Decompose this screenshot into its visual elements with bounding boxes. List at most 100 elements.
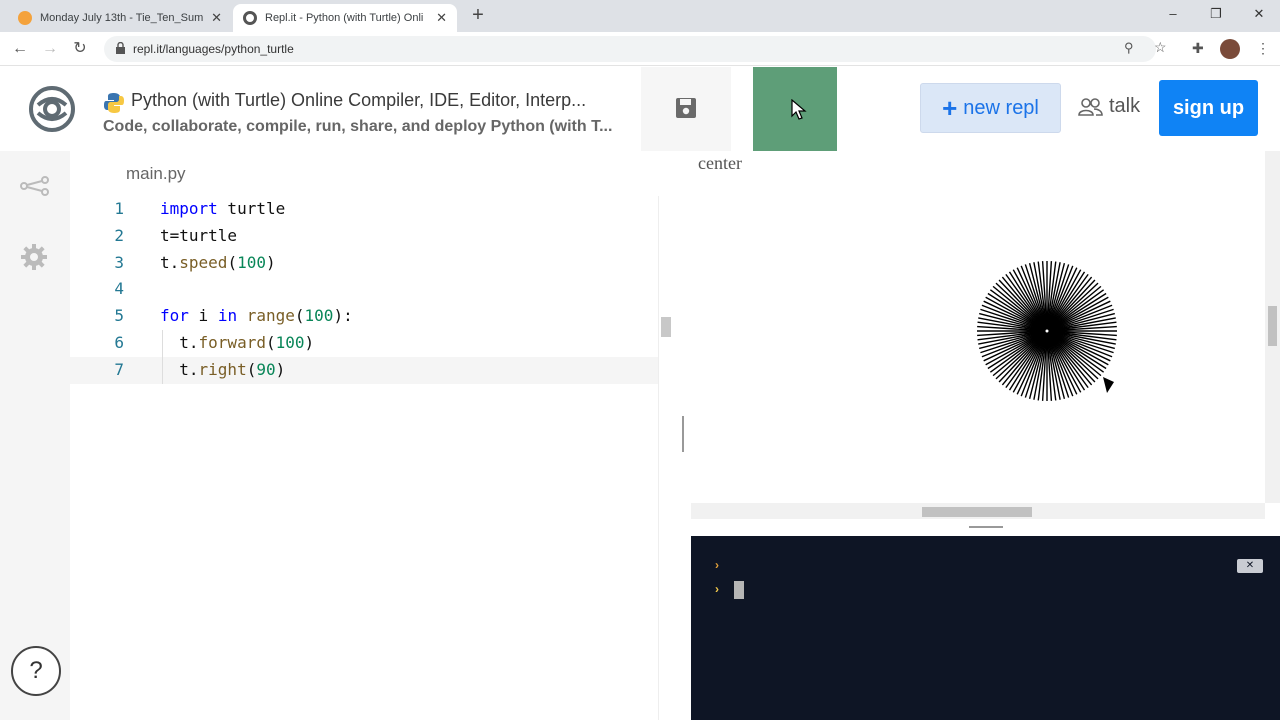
code-token: in xyxy=(217,306,238,326)
canvas-vscroll-thumb[interactable] xyxy=(1268,306,1277,346)
resize-grip[interactable] xyxy=(969,526,1003,528)
pane-splitter[interactable] xyxy=(676,151,691,720)
code-text: t.speed(100) xyxy=(160,250,276,277)
share-icon[interactable] xyxy=(20,176,50,196)
talk-link[interactable]: talk xyxy=(1078,95,1140,118)
replit-favicon-icon xyxy=(243,11,257,25)
line-number: 2 xyxy=(114,225,124,245)
code-text: import turtle xyxy=(160,196,285,223)
browser-tab-2[interactable]: Repl.it - Python (with Turtle) Onli ✕ xyxy=(233,4,457,32)
code-text: t.right(90) xyxy=(160,357,285,384)
extensions-puzzle-icon[interactable]: ✚ xyxy=(1192,40,1204,57)
code-token: right xyxy=(198,359,247,379)
code-token: t=turtle xyxy=(160,225,238,245)
code-line[interactable]: 5 for i in range(100): xyxy=(70,303,658,330)
clear-console-button[interactable]: ✕ xyxy=(1237,559,1263,573)
back-arrow-icon[interactable]: ← xyxy=(10,39,30,59)
browser-tab-1[interactable]: Monday July 13th - Tie_Ten_Sum ✕ xyxy=(8,4,232,32)
save-floppy-icon xyxy=(676,98,696,118)
splitter-grip[interactable] xyxy=(682,416,684,452)
console-prompt: › xyxy=(715,558,719,572)
canvas-vertical-scrollbar[interactable] xyxy=(1265,151,1280,503)
site-header: Python (with Turtle) Online Compiler, ID… xyxy=(0,67,1280,151)
code-text: t.forward(100) xyxy=(160,330,314,357)
code-token: speed xyxy=(179,252,228,272)
code-token: ( xyxy=(246,359,257,379)
turtle-drawing xyxy=(977,261,1117,401)
code-token: t. xyxy=(160,332,199,352)
code-token: t. xyxy=(160,359,199,379)
replit-logo-icon[interactable] xyxy=(28,85,76,133)
sign-up-button[interactable]: sign up xyxy=(1159,80,1258,136)
code-editor[interactable]: main.py 1 import turtle 2 t=turtle 3 t.speed(… xyxy=(70,151,676,720)
code-line[interactable]: 7 t.right(90) xyxy=(70,356,658,384)
profile-avatar[interactable] xyxy=(1220,39,1240,59)
url-field[interactable]: repl.it/languages/python_turtle ⚲ ☆ xyxy=(104,36,1167,62)
new-repl-button[interactable]: + new repl xyxy=(920,83,1061,133)
console-pane[interactable]: › › ✕ xyxy=(691,536,1280,720)
save-button[interactable] xyxy=(641,67,731,151)
line-number: 3 xyxy=(114,252,124,272)
address-bar: ← → ↻ repl.it/languages/python_turtle ⚲ … xyxy=(0,32,1280,66)
code-line[interactable]: 6 t.forward(100) xyxy=(70,329,658,357)
settings-gear-icon[interactable] xyxy=(20,243,48,271)
code-token: turtle xyxy=(217,199,286,218)
minimize-button[interactable]: – xyxy=(1153,4,1193,24)
line-number: 5 xyxy=(114,306,124,326)
forward-arrow-icon[interactable]: → xyxy=(40,39,60,59)
editor-scrollbar[interactable] xyxy=(658,196,676,720)
help-button[interactable]: ? xyxy=(11,646,61,696)
tab-title: Monday July 13th - Tie_Ten_Sum xyxy=(40,12,204,24)
talk-label: talk xyxy=(1109,95,1141,117)
code-token: forward xyxy=(198,332,266,352)
run-button[interactable] xyxy=(753,67,837,151)
mouse-cursor-icon xyxy=(791,99,807,120)
canvas-hscroll-thumb[interactable] xyxy=(922,507,1032,517)
code-text: for i in range(100): xyxy=(160,303,353,330)
console-prompt: › xyxy=(715,582,719,596)
close-tab-icon[interactable]: ✕ xyxy=(436,10,447,26)
reload-icon[interactable]: ↻ xyxy=(70,39,90,59)
file-name-label: main.py xyxy=(126,164,186,183)
bookmark-star-icon[interactable]: ☆ xyxy=(1154,39,1167,56)
code-line[interactable]: 3 t.speed(100) xyxy=(70,250,658,277)
code-token: t. xyxy=(160,252,180,272)
code-token: ) xyxy=(265,252,276,272)
code-token: ) xyxy=(275,359,286,379)
new-tab-button[interactable]: + xyxy=(466,4,490,28)
code-token: 100 xyxy=(237,252,266,272)
line-number: 1 xyxy=(114,199,124,218)
code-token: for xyxy=(160,306,189,326)
restore-button[interactable]: ❐ xyxy=(1196,4,1236,24)
code-text: t=turtle xyxy=(160,223,237,250)
page-subtitle: Code, collaborate, compile, run, share, … xyxy=(103,118,613,135)
code-line[interactable]: 2 t=turtle xyxy=(70,223,658,250)
code-token: import xyxy=(160,199,218,218)
code-token: i xyxy=(188,306,218,326)
code-token: range xyxy=(246,306,295,326)
turtle-origin-dot xyxy=(1045,329,1049,333)
code-token: 100 xyxy=(304,306,334,326)
code-line[interactable]: 1 import turtle xyxy=(70,196,658,223)
code-token: ( xyxy=(265,332,276,352)
code-line[interactable]: 4 xyxy=(70,276,658,303)
code-lines[interactable]: 1 import turtle 2 t=turtle 3 t.speed(100) 4 5 fo… xyxy=(70,196,658,384)
page-title: Python (with Turtle) Online Compiler, ID… xyxy=(131,90,587,110)
close-tab-icon[interactable]: ✕ xyxy=(211,10,222,26)
code-token: ( xyxy=(227,252,238,272)
console-cursor xyxy=(734,581,744,599)
left-sidebar: ? xyxy=(0,151,70,720)
people-icon xyxy=(1078,97,1103,116)
close-window-button[interactable]: ✕ xyxy=(1239,4,1279,24)
plus-icon: + xyxy=(942,92,958,123)
code-token: 100 xyxy=(275,332,305,352)
zoom-icon[interactable]: ⚲ xyxy=(1124,40,1134,56)
turtle-arrow-icon xyxy=(1103,377,1114,393)
line-number: 7 xyxy=(114,359,124,379)
console-resize-handle[interactable] xyxy=(691,522,1280,536)
browser-menu-icon[interactable]: ⋮ xyxy=(1256,40,1270,57)
editor-scroll-thumb[interactable] xyxy=(661,317,671,337)
canvas-horizontal-scrollbar[interactable] xyxy=(691,503,1265,519)
turtle-canvas-pane: center xyxy=(691,151,1280,522)
